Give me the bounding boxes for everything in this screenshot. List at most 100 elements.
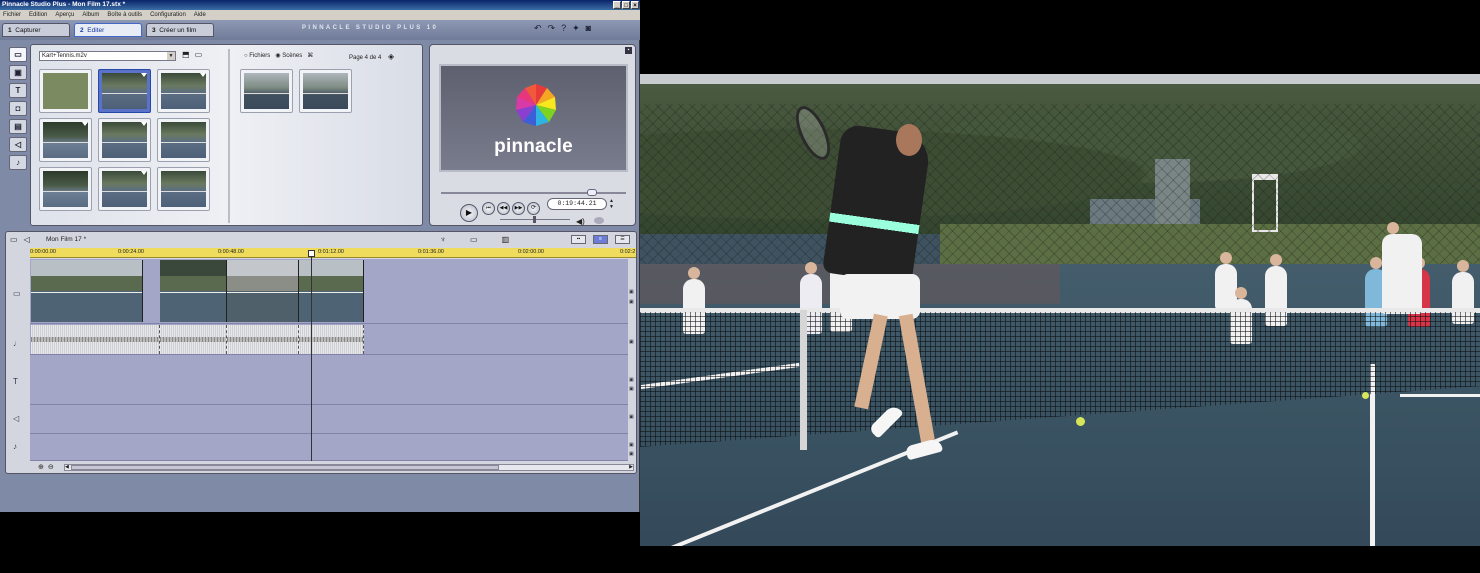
tab-creer-un-film[interactable]: 3 Créer un film xyxy=(146,23,214,37)
video-tab-icon[interactable]: ▭ xyxy=(9,47,27,62)
tab-editer[interactable]: 2 Editer xyxy=(74,23,142,37)
title-track[interactable] xyxy=(30,355,628,405)
jog-slider[interactable] xyxy=(500,216,570,223)
music-tab-icon[interactable]: ♪ xyxy=(9,155,27,170)
menus-tab-icon[interactable]: ▤ xyxy=(9,119,27,134)
menu-boite-a-outils[interactable]: Boîte à outils xyxy=(107,10,142,20)
title-track-icon: T xyxy=(13,377,18,386)
undo-icon[interactable]: ↶ xyxy=(534,23,542,34)
scene-thumbnail[interactable] xyxy=(240,69,293,113)
scene-detect-icon[interactable]: ⌘ xyxy=(307,52,313,59)
lock-icon[interactable]: ▣ xyxy=(629,377,634,383)
timeline-scrollbar[interactable]: ◀ ▶ xyxy=(64,464,634,471)
chevron-down-icon[interactable]: ▼ xyxy=(167,52,175,60)
music-track[interactable] xyxy=(30,434,628,461)
folder-up-icon[interactable]: ⬒ xyxy=(182,50,190,59)
audio-clip[interactable] xyxy=(227,325,299,354)
camera-track-icon[interactable]: ▭ xyxy=(10,235,18,244)
help-icon[interactable]: ? xyxy=(561,23,566,34)
timecode-display[interactable]: 0:19:44.21 xyxy=(547,198,607,210)
sound-effects-tab-icon[interactable]: ◁ xyxy=(9,137,27,152)
lightbulb-icon[interactable]: ✦ xyxy=(572,23,580,34)
clip-properties-icon[interactable]: ▭ xyxy=(470,235,478,244)
menu-apercu[interactable]: Aperçu xyxy=(55,10,74,20)
sound-effects-track[interactable] xyxy=(30,405,628,434)
timeline-scrubber-line[interactable] xyxy=(311,251,312,461)
scene-thumbnail[interactable] xyxy=(39,118,92,162)
time-ruler[interactable]: 0:00:00.00 0:00:24.00 0:00:48.00 0:01:12… xyxy=(30,248,636,258)
menu-edition[interactable]: Edition xyxy=(29,10,47,20)
audio-clip[interactable] xyxy=(299,325,364,354)
photos-tab-icon[interactable]: ◘ xyxy=(9,101,27,116)
zoom-in-icon[interactable]: ⊕ xyxy=(38,463,44,471)
lock-icon[interactable]: ▣ xyxy=(629,299,634,305)
trash-icon[interactable]: ▥ xyxy=(502,235,510,244)
transitions-tab-icon[interactable]: ▣ xyxy=(9,65,27,80)
clip-frame-part xyxy=(160,291,226,322)
timecode-spinner[interactable]: ▲ ▼ xyxy=(609,198,614,210)
scrollbar-thumb[interactable] xyxy=(71,465,499,470)
scene-thumbnail[interactable] xyxy=(98,69,151,113)
clip-frame-part xyxy=(160,292,226,294)
titles-tab-icon[interactable]: T xyxy=(9,83,27,98)
radio-scenes[interactable]: ◉ Scènes xyxy=(275,52,302,59)
player-scrubber[interactable] xyxy=(441,189,626,196)
jog-knob[interactable] xyxy=(533,216,536,223)
video-clip[interactable] xyxy=(227,260,299,322)
scene-image xyxy=(43,73,88,109)
lock-icon[interactable]: ▣ xyxy=(629,414,634,420)
expand-icon[interactable]: ▪ xyxy=(625,47,632,54)
redo-icon[interactable]: ↷ xyxy=(548,23,556,34)
scroll-right-icon[interactable]: ▶ xyxy=(629,464,633,470)
tab-capturer[interactable]: 1 Capturer xyxy=(2,23,70,37)
audio-clip[interactable] xyxy=(160,325,227,354)
video-clip[interactable] xyxy=(299,260,364,322)
zoom-out-icon[interactable]: ⊖ xyxy=(48,463,54,471)
audio-clip[interactable] xyxy=(31,325,160,354)
text-view-button[interactable]: ☰ xyxy=(615,235,630,244)
scene-thumbnail[interactable] xyxy=(98,118,151,162)
timeline-tracks[interactable] xyxy=(30,259,628,461)
lock-icon[interactable]: ▣ xyxy=(629,339,634,345)
play-button[interactable]: ▶ xyxy=(460,204,478,222)
storyboard-view-button[interactable]: ▪▪ xyxy=(571,235,586,244)
menu-configuration[interactable]: Configuration xyxy=(150,10,186,20)
audio-toggle-icon[interactable] xyxy=(594,217,604,224)
lock-icon[interactable]: ▣ xyxy=(629,442,634,448)
scene-thumbnail[interactable] xyxy=(39,167,92,211)
speaker-icon[interactable]: ◁ xyxy=(24,235,30,244)
radio-fichiers[interactable]: ○ Fichiers xyxy=(244,53,270,59)
lock-icon[interactable]: ▣ xyxy=(629,289,634,295)
lock-icon[interactable]: ▣ xyxy=(629,451,634,457)
menu-aide[interactable]: Aide xyxy=(194,10,206,20)
video-clip[interactable] xyxy=(160,260,227,322)
minimize-button[interactable]: _ xyxy=(613,1,621,9)
timeline-view-button[interactable]: ≡ xyxy=(593,235,608,244)
preview-coach xyxy=(1382,222,1422,314)
folder-icon[interactable]: ▭ xyxy=(195,50,203,59)
video-clip[interactable] xyxy=(31,260,143,322)
fast-forward-button[interactable]: ▶▶ xyxy=(512,202,525,215)
scene-thumbnail[interactable] xyxy=(39,69,92,113)
scene-thumbnail[interactable] xyxy=(157,69,210,113)
scene-thumbnail[interactable] xyxy=(98,167,151,211)
scene-thumbnail[interactable] xyxy=(157,167,210,211)
timeline-scrubber-handle[interactable] xyxy=(308,250,315,257)
loop-button[interactable]: ⟳ xyxy=(527,202,540,215)
razor-icon[interactable]: ♆ xyxy=(440,235,446,244)
scrubber-knob[interactable] xyxy=(587,189,597,196)
camera-icon[interactable]: ◙ xyxy=(586,23,591,34)
close-button[interactable]: × xyxy=(631,1,639,9)
scene-thumbnail[interactable] xyxy=(299,69,352,113)
rewind-button[interactable]: ◀◀ xyxy=(497,202,510,215)
go-to-start-button[interactable]: ⏮ xyxy=(482,202,495,215)
menu-fichier[interactable]: Fichier xyxy=(3,10,21,20)
scroll-left-icon[interactable]: ◀ xyxy=(65,464,69,470)
volume-icon[interactable]: ◀) xyxy=(576,217,585,226)
lock-icon[interactable]: ▣ xyxy=(629,386,634,392)
scene-thumbnail[interactable] xyxy=(157,118,210,162)
page-arrow-icon[interactable]: ◈ xyxy=(388,52,394,61)
file-selector[interactable]: Kart+Tennis.m2v ▼ xyxy=(39,51,176,61)
maximize-button[interactable]: □ xyxy=(622,1,630,9)
menu-album[interactable]: Album xyxy=(82,10,99,20)
